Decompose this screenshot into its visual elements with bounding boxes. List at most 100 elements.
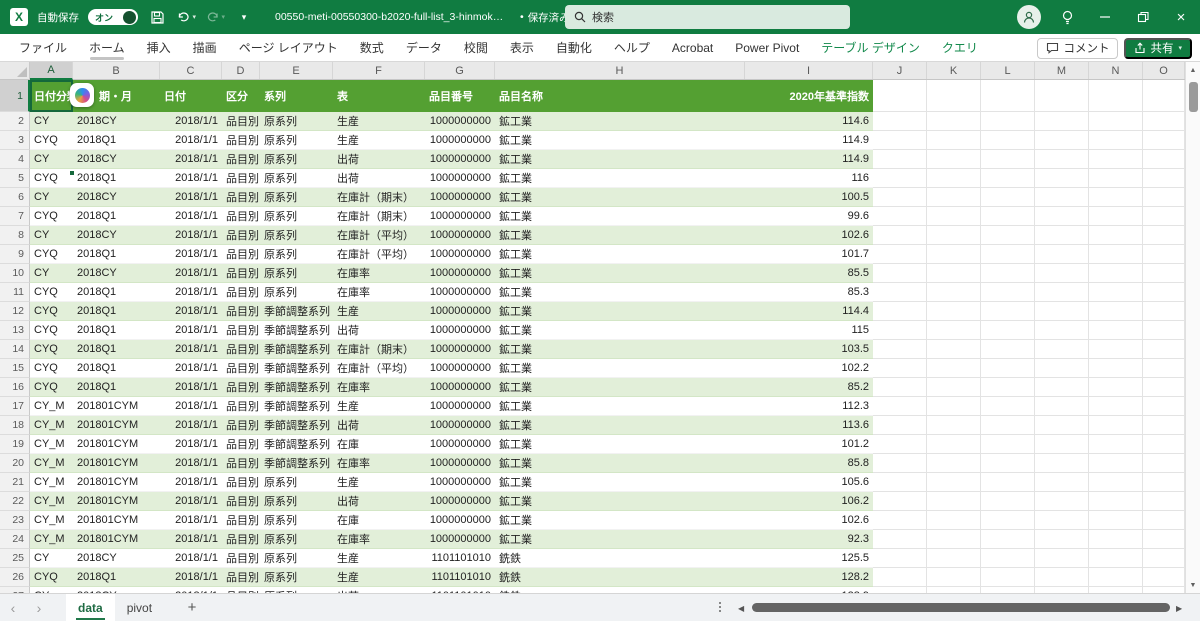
cell[interactable]: 在庫計（期末） bbox=[333, 207, 425, 226]
cell[interactable]: 2018CY bbox=[73, 188, 160, 207]
empty-cell[interactable] bbox=[1089, 302, 1143, 321]
sheet-nav-prev-icon[interactable]: ‹ bbox=[0, 600, 26, 616]
vertical-scroll-thumb[interactable] bbox=[1189, 82, 1198, 112]
cell[interactable]: 2018CY bbox=[73, 150, 160, 169]
empty-cell[interactable] bbox=[1143, 549, 1185, 568]
column-header-E[interactable]: E bbox=[260, 62, 333, 79]
empty-cell[interactable] bbox=[873, 264, 927, 283]
empty-cell[interactable] bbox=[1143, 169, 1185, 188]
cell[interactable]: 銑鉄 bbox=[495, 549, 745, 568]
empty-cell[interactable] bbox=[981, 207, 1035, 226]
cell[interactable]: 1000000000 bbox=[425, 473, 495, 492]
cell[interactable]: 原系列 bbox=[260, 112, 333, 131]
cell[interactable]: 2018/1/1 bbox=[160, 435, 222, 454]
cell[interactable]: 生産 bbox=[333, 397, 425, 416]
cell[interactable]: 品目別 bbox=[222, 568, 260, 587]
column-header-A[interactable]: A bbox=[30, 62, 73, 80]
cell[interactable]: 103.5 bbox=[745, 340, 873, 359]
scroll-up-icon[interactable]: ▲ bbox=[1186, 62, 1200, 78]
cell[interactable]: 201801CYM bbox=[73, 511, 160, 530]
empty-cell[interactable] bbox=[981, 454, 1035, 473]
cell[interactable]: 102.6 bbox=[745, 511, 873, 530]
cell[interactable]: 2018Q1 bbox=[73, 245, 160, 264]
cell[interactable]: 2018CY bbox=[73, 226, 160, 245]
empty-cell[interactable] bbox=[873, 131, 927, 150]
cell[interactable]: CY bbox=[30, 264, 73, 283]
cell[interactable]: 出荷 bbox=[333, 492, 425, 511]
cell[interactable]: 鉱工業 bbox=[495, 226, 745, 245]
empty-cell[interactable] bbox=[981, 112, 1035, 131]
cell[interactable]: 鉱工業 bbox=[495, 492, 745, 511]
cell[interactable]: CYQ bbox=[30, 568, 73, 587]
empty-cell[interactable] bbox=[927, 80, 981, 112]
row-number-4[interactable]: 4 bbox=[0, 150, 30, 169]
cell[interactable]: 鉱工業 bbox=[495, 283, 745, 302]
column-header-H[interactable]: H bbox=[495, 62, 745, 79]
row-number-15[interactable]: 15 bbox=[0, 359, 30, 378]
cell[interactable]: 品目別 bbox=[222, 435, 260, 454]
empty-cell[interactable] bbox=[981, 511, 1035, 530]
cell[interactable]: 2018/1/1 bbox=[160, 568, 222, 587]
empty-cell[interactable] bbox=[927, 473, 981, 492]
empty-cell[interactable] bbox=[927, 568, 981, 587]
empty-cell[interactable] bbox=[1143, 397, 1185, 416]
cell[interactable]: 1000000000 bbox=[425, 226, 495, 245]
empty-cell[interactable] bbox=[1035, 80, 1089, 112]
cell[interactable]: 品目別 bbox=[222, 321, 260, 340]
empty-cell[interactable] bbox=[981, 568, 1035, 587]
ribbon-tab-自動化[interactable]: 自動化 bbox=[545, 34, 603, 62]
empty-cell[interactable] bbox=[1035, 264, 1089, 283]
empty-cell[interactable] bbox=[981, 549, 1035, 568]
cell[interactable]: 品目別 bbox=[222, 359, 260, 378]
hscroll-left-icon[interactable]: ◀ bbox=[738, 604, 744, 613]
empty-cell[interactable] bbox=[927, 131, 981, 150]
search-input[interactable]: 検索 bbox=[565, 5, 850, 29]
ribbon-tab-ファイル[interactable]: ファイル bbox=[8, 34, 78, 62]
row-number-14[interactable]: 14 bbox=[0, 340, 30, 359]
cell[interactable]: 鉱工業 bbox=[495, 188, 745, 207]
cell[interactable]: CYQ bbox=[30, 378, 73, 397]
row-number-25[interactable]: 25 bbox=[0, 549, 30, 568]
empty-cell[interactable] bbox=[1143, 416, 1185, 435]
cell[interactable]: 2018/1/1 bbox=[160, 492, 222, 511]
empty-cell[interactable] bbox=[981, 150, 1035, 169]
row-number-11[interactable]: 11 bbox=[0, 283, 30, 302]
cell[interactable]: 鉱工業 bbox=[495, 169, 745, 188]
cell[interactable]: 鉱工業 bbox=[495, 530, 745, 549]
empty-cell[interactable] bbox=[873, 435, 927, 454]
cell[interactable]: 2018/1/1 bbox=[160, 169, 222, 188]
cell[interactable]: 201801CYM bbox=[73, 530, 160, 549]
empty-cell[interactable] bbox=[1035, 397, 1089, 416]
empty-cell[interactable] bbox=[1035, 150, 1089, 169]
cell[interactable]: 品目別 bbox=[222, 226, 260, 245]
cell[interactable]: 生産 bbox=[333, 131, 425, 150]
empty-cell[interactable] bbox=[1035, 207, 1089, 226]
empty-cell[interactable] bbox=[1035, 188, 1089, 207]
cell[interactable]: 2018/1/1 bbox=[160, 112, 222, 131]
empty-cell[interactable] bbox=[1143, 188, 1185, 207]
cell[interactable]: 102.2 bbox=[745, 359, 873, 378]
empty-cell[interactable] bbox=[1143, 112, 1185, 131]
header-cell-3[interactable]: 日付 bbox=[160, 80, 222, 112]
cell[interactable]: 85.8 bbox=[745, 454, 873, 473]
empty-cell[interactable] bbox=[927, 150, 981, 169]
empty-cell[interactable] bbox=[1089, 245, 1143, 264]
cell[interactable]: 季節調整系列 bbox=[260, 416, 333, 435]
empty-cell[interactable] bbox=[927, 245, 981, 264]
cell[interactable]: 原系列 bbox=[260, 492, 333, 511]
header-cell-8[interactable]: 品目名称 bbox=[495, 80, 745, 112]
cell[interactable]: 99.6 bbox=[745, 207, 873, 226]
empty-cell[interactable] bbox=[981, 245, 1035, 264]
cell[interactable]: 品目別 bbox=[222, 492, 260, 511]
cell[interactable]: CYQ bbox=[30, 169, 73, 188]
empty-cell[interactable] bbox=[1035, 245, 1089, 264]
column-header-D[interactable]: D bbox=[222, 62, 260, 79]
row-number-20[interactable]: 20 bbox=[0, 454, 30, 473]
cell[interactable]: 品目別 bbox=[222, 131, 260, 150]
empty-cell[interactable] bbox=[981, 321, 1035, 340]
row-number-19[interactable]: 19 bbox=[0, 435, 30, 454]
cell[interactable]: 1000000000 bbox=[425, 530, 495, 549]
row-number-8[interactable]: 8 bbox=[0, 226, 30, 245]
cell[interactable]: 原系列 bbox=[260, 264, 333, 283]
empty-cell[interactable] bbox=[1089, 226, 1143, 245]
